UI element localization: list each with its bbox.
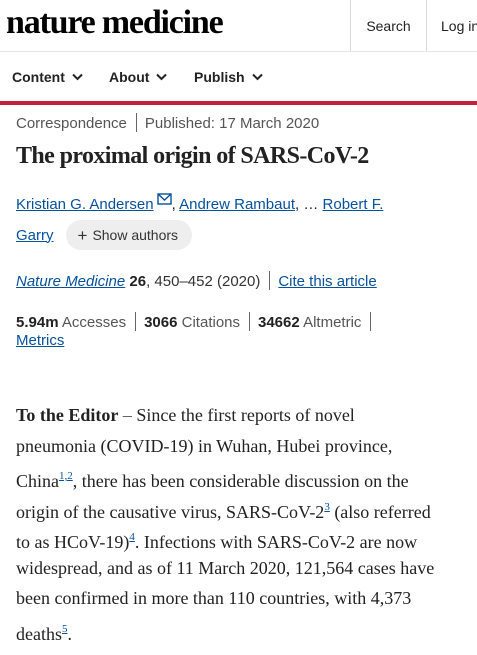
journal-link[interactable]: Nature Medicine: [16, 273, 125, 290]
author-link-andersen[interactable]: Kristian G. Andersen: [16, 196, 154, 213]
volume-number: 26: [129, 273, 147, 290]
search-button[interactable]: Search: [350, 0, 426, 51]
reference-link[interactable]: 1,2: [59, 470, 73, 482]
author-link-garry-cont[interactable]: Garry: [16, 227, 54, 244]
accesses-count: 5.94m: [16, 314, 59, 331]
site-logo[interactable]: nature medicine: [6, 4, 224, 42]
nav-about-menu[interactable]: About: [109, 69, 168, 85]
article-title: The proximal origin of SARS-CoV-2: [16, 143, 369, 169]
chevron-down-icon: [72, 73, 83, 81]
citations-count: 3066: [144, 314, 178, 331]
body-line: origin of the causative virus, SARS-CoV-…: [16, 500, 431, 522]
author-list-continued: Garry + Show authors: [16, 220, 193, 250]
altmetric-count: 34662: [258, 314, 300, 331]
body-line: been confirmed in more than 110 countrie…: [16, 588, 412, 608]
pages-year: , 450–452 (2020): [146, 273, 261, 290]
show-authors-label: Show authors: [92, 227, 179, 243]
body-line: to as HCoV-19)4. Infections with SARS-Co…: [16, 531, 418, 552]
body-line: To the Editor – Since the first reports …: [16, 405, 355, 425]
login-button[interactable]: Log in: [426, 0, 477, 51]
show-authors-button[interactable]: + Show authors: [65, 220, 193, 250]
chevron-down-icon: [251, 73, 263, 81]
nav-publish-label: Publish: [194, 69, 245, 85]
body-line: deaths5.: [16, 622, 72, 644]
body-line: China1,2, there has been considerable di…: [16, 470, 409, 491]
author-link-rambaut[interactable]: Andrew Rambaut: [179, 196, 295, 213]
nav-content-menu[interactable]: Content: [12, 69, 83, 85]
metrics-link[interactable]: Metrics: [16, 332, 64, 349]
chevron-down-icon: [156, 73, 168, 81]
cite-article-link[interactable]: Cite this article: [278, 273, 376, 290]
body-line: widespread, and as of 11 March 2020, 121…: [16, 557, 435, 578]
article-meta: Correspondence Published: 17 March 2020: [16, 113, 319, 132]
body-line: pneumonia (COVID-19) in Wuhan, Hubei pro…: [16, 435, 393, 456]
altmetric-label: Altmetric: [303, 314, 362, 331]
plus-icon: +: [77, 225, 88, 245]
author-ellipsis: …: [303, 196, 319, 213]
nav-content-label: Content: [12, 69, 65, 85]
citation-line: Nature Medicine 26, 450–452 (2020) Cite t…: [16, 271, 377, 290]
article-body: To the Editor – Since the first reports …: [16, 400, 471, 644]
citations-label: Citations: [181, 314, 240, 331]
meta-separator: [135, 113, 137, 132]
metrics-bar: 5.94m Accesses 3066 Citations 34662 Altmet…: [16, 312, 379, 331]
author-link-garry[interactable]: Robert F.: [323, 196, 384, 213]
lead-heading: To the Editor: [16, 405, 119, 425]
author-list: Kristian G. Andersen, Andrew Rambaut, … …: [16, 193, 383, 213]
accent-bar: [0, 101, 477, 105]
nav-about-label: About: [109, 69, 150, 85]
published-date: Published: 17 March 2020: [144, 115, 320, 132]
article-type: Correspondence: [16, 115, 127, 132]
site-header: nature medicine Search Log in: [0, 0, 477, 51]
accesses-label: Accesses: [61, 314, 127, 331]
main-nav: Content About Publish: [0, 52, 477, 102]
citation-separator: [269, 271, 271, 290]
nav-publish-menu[interactable]: Publish: [194, 69, 263, 85]
mail-icon[interactable]: [156, 193, 172, 205]
